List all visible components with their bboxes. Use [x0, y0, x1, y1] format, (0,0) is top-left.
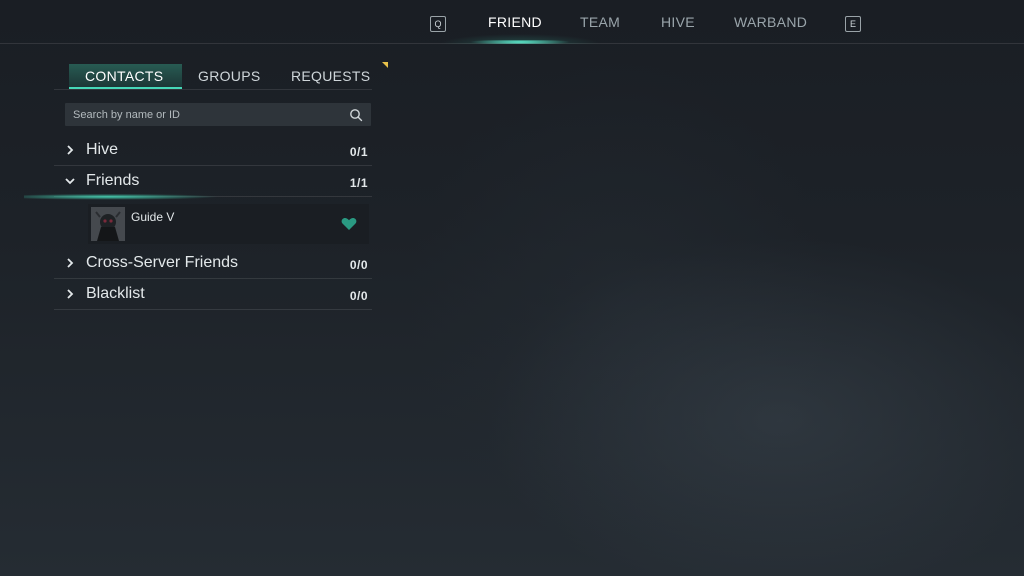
tab-friend[interactable]: FRIEND [488, 14, 542, 30]
subtab-contacts[interactable]: CONTACTS [85, 68, 163, 84]
topbar-divider [0, 43, 1024, 44]
selected-group-glow [24, 192, 264, 200]
subtab-groups[interactable]: GROUPS [198, 68, 260, 84]
contacts-panel: CONTACTS GROUPS REQUESTS Hive 0/1 Friend… [24, 58, 388, 310]
group-count: 0/0 [349, 289, 368, 303]
group-count: 1/1 [349, 176, 368, 190]
requests-notification-marker [382, 62, 388, 68]
group-label: Hive [86, 141, 119, 158]
group-row-friends[interactable]: Friends 1/1 [24, 166, 372, 200]
search-icon[interactable] [349, 108, 363, 122]
chevron-right-icon [67, 258, 74, 268]
top-navigation: Q FRIEND TEAM HIVE WARBAND E [0, 0, 1024, 44]
tab-hive[interactable]: HIVE [661, 14, 695, 30]
group-label: Friends [86, 172, 140, 189]
next-tab-key-hint[interactable]: E [845, 16, 861, 32]
panel-subtabs: CONTACTS GROUPS REQUESTS [54, 58, 388, 90]
group-label: Cross-Server Friends [86, 254, 239, 271]
group-label: Blacklist [86, 285, 145, 302]
chevron-down-icon [65, 178, 75, 185]
tab-team[interactable]: TEAM [580, 14, 620, 30]
search-input[interactable] [73, 103, 343, 126]
group-row-blacklist[interactable]: Blacklist 0/0 [54, 279, 372, 310]
chevron-right-icon [67, 289, 74, 299]
subtab-active-underline [69, 87, 182, 89]
chevron-right-icon [67, 145, 74, 155]
group-row-hive[interactable]: Hive 0/1 [54, 135, 372, 166]
heart-icon [341, 218, 357, 230]
avatar [91, 207, 125, 241]
friend-name: Guide V [131, 210, 175, 224]
friend-list-item[interactable]: Guide V [88, 204, 369, 244]
subtab-requests[interactable]: REQUESTS [291, 68, 370, 84]
group-count: 0/1 [349, 145, 368, 159]
tab-warband[interactable]: WARBAND [734, 14, 807, 30]
group-row-cross-server-friends[interactable]: Cross-Server Friends 0/0 [54, 248, 372, 279]
group-count: 0/0 [349, 258, 368, 272]
search-bar [65, 103, 371, 126]
